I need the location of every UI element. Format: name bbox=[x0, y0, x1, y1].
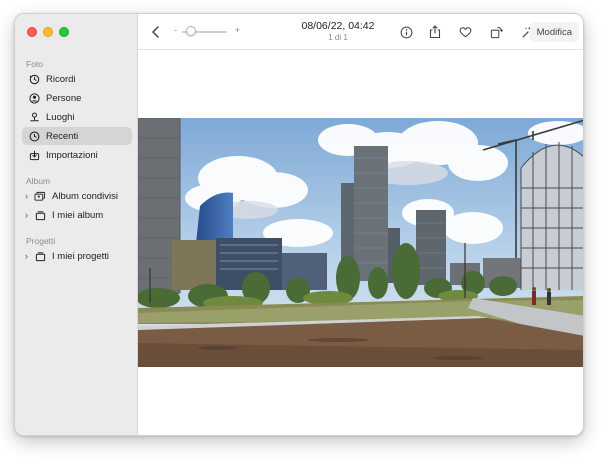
minimize-window-button[interactable] bbox=[43, 27, 53, 37]
zoom-out-label: - bbox=[174, 25, 177, 35]
sidebar-item-label: Recenti bbox=[46, 130, 79, 142]
sidebar-item-label: Persone bbox=[46, 92, 82, 104]
sidebar-item-luoghi[interactable]: Luoghi bbox=[22, 108, 132, 126]
heart-icon bbox=[459, 27, 471, 38]
photo-count: 1 di 1 bbox=[328, 33, 348, 42]
favorite-button[interactable] bbox=[456, 23, 474, 41]
sidebar-item-label: Album condivisi bbox=[52, 190, 118, 202]
sidebar-item-i-miei-album[interactable]: › I miei album bbox=[22, 206, 132, 224]
project-icon bbox=[34, 250, 46, 262]
section-title-foto: Foto bbox=[26, 59, 44, 69]
share-button[interactable] bbox=[426, 23, 444, 41]
sidebar-item-label: I miei album bbox=[52, 209, 104, 221]
shared-album-icon bbox=[34, 190, 46, 202]
section-title-progetti: Progetti bbox=[26, 236, 56, 246]
clock-icon bbox=[28, 130, 40, 142]
chevron-right-icon[interactable]: › bbox=[25, 191, 28, 201]
sidebar-item-label: Luoghi bbox=[46, 111, 75, 123]
sidebar-item-ricordi[interactable]: Ricordi bbox=[22, 70, 132, 88]
photos-window: Foto Ricordi Persone Luoghi Recenti Impo… bbox=[14, 13, 584, 436]
zoom-knob[interactable] bbox=[185, 26, 196, 36]
close-window-button[interactable] bbox=[27, 27, 37, 37]
person-icon bbox=[28, 92, 40, 104]
sidebar-item-label: I miei progetti bbox=[52, 250, 110, 262]
zoom-slider[interactable]: - + bbox=[174, 25, 240, 39]
chevron-left-icon bbox=[151, 26, 159, 38]
sidebar-item-importazioni[interactable]: Importazioni bbox=[22, 146, 132, 164]
sidebar-item-i-miei-progetti[interactable]: › I miei progetti bbox=[22, 247, 132, 265]
sidebar-item-persone[interactable]: Persone bbox=[22, 89, 132, 107]
sidebar-item-label: Ricordi bbox=[46, 73, 76, 85]
memories-icon bbox=[28, 73, 40, 85]
edit-button[interactable]: Modifica bbox=[529, 22, 579, 42]
zoom-in-label: + bbox=[234, 25, 240, 35]
album-icon bbox=[34, 209, 46, 221]
photo-date: 08/06/22, 04:42 bbox=[301, 20, 375, 32]
photo-image[interactable] bbox=[138, 118, 583, 367]
share-icon bbox=[429, 25, 441, 39]
chevron-right-icon[interactable]: › bbox=[25, 251, 28, 261]
map-pin-icon bbox=[28, 111, 40, 123]
section-title-album: Album bbox=[26, 176, 51, 186]
chevron-right-icon[interactable]: › bbox=[25, 210, 28, 220]
toolbar: - + 08/06/22, 04:42 1 di 1 Modifica bbox=[138, 14, 583, 50]
window-controls bbox=[27, 27, 69, 37]
sidebar: Foto Ricordi Persone Luoghi Recenti Impo… bbox=[15, 14, 138, 435]
import-icon bbox=[28, 149, 40, 161]
photo-viewer bbox=[138, 50, 583, 435]
sidebar-item-album-condivisi[interactable]: › Album condivisi bbox=[22, 187, 132, 205]
info-icon bbox=[400, 26, 412, 38]
zoom-window-button[interactable] bbox=[59, 27, 69, 37]
rotate-button[interactable] bbox=[487, 23, 505, 41]
sidebar-item-recenti[interactable]: Recenti bbox=[22, 127, 132, 145]
rotate-icon bbox=[490, 26, 503, 38]
info-button[interactable] bbox=[397, 23, 415, 41]
photo-image-svg bbox=[138, 118, 583, 367]
back-button[interactable] bbox=[146, 23, 164, 41]
photo-title: 08/06/22, 04:42 1 di 1 bbox=[288, 20, 388, 42]
sidebar-item-label: Importazioni bbox=[46, 149, 98, 161]
